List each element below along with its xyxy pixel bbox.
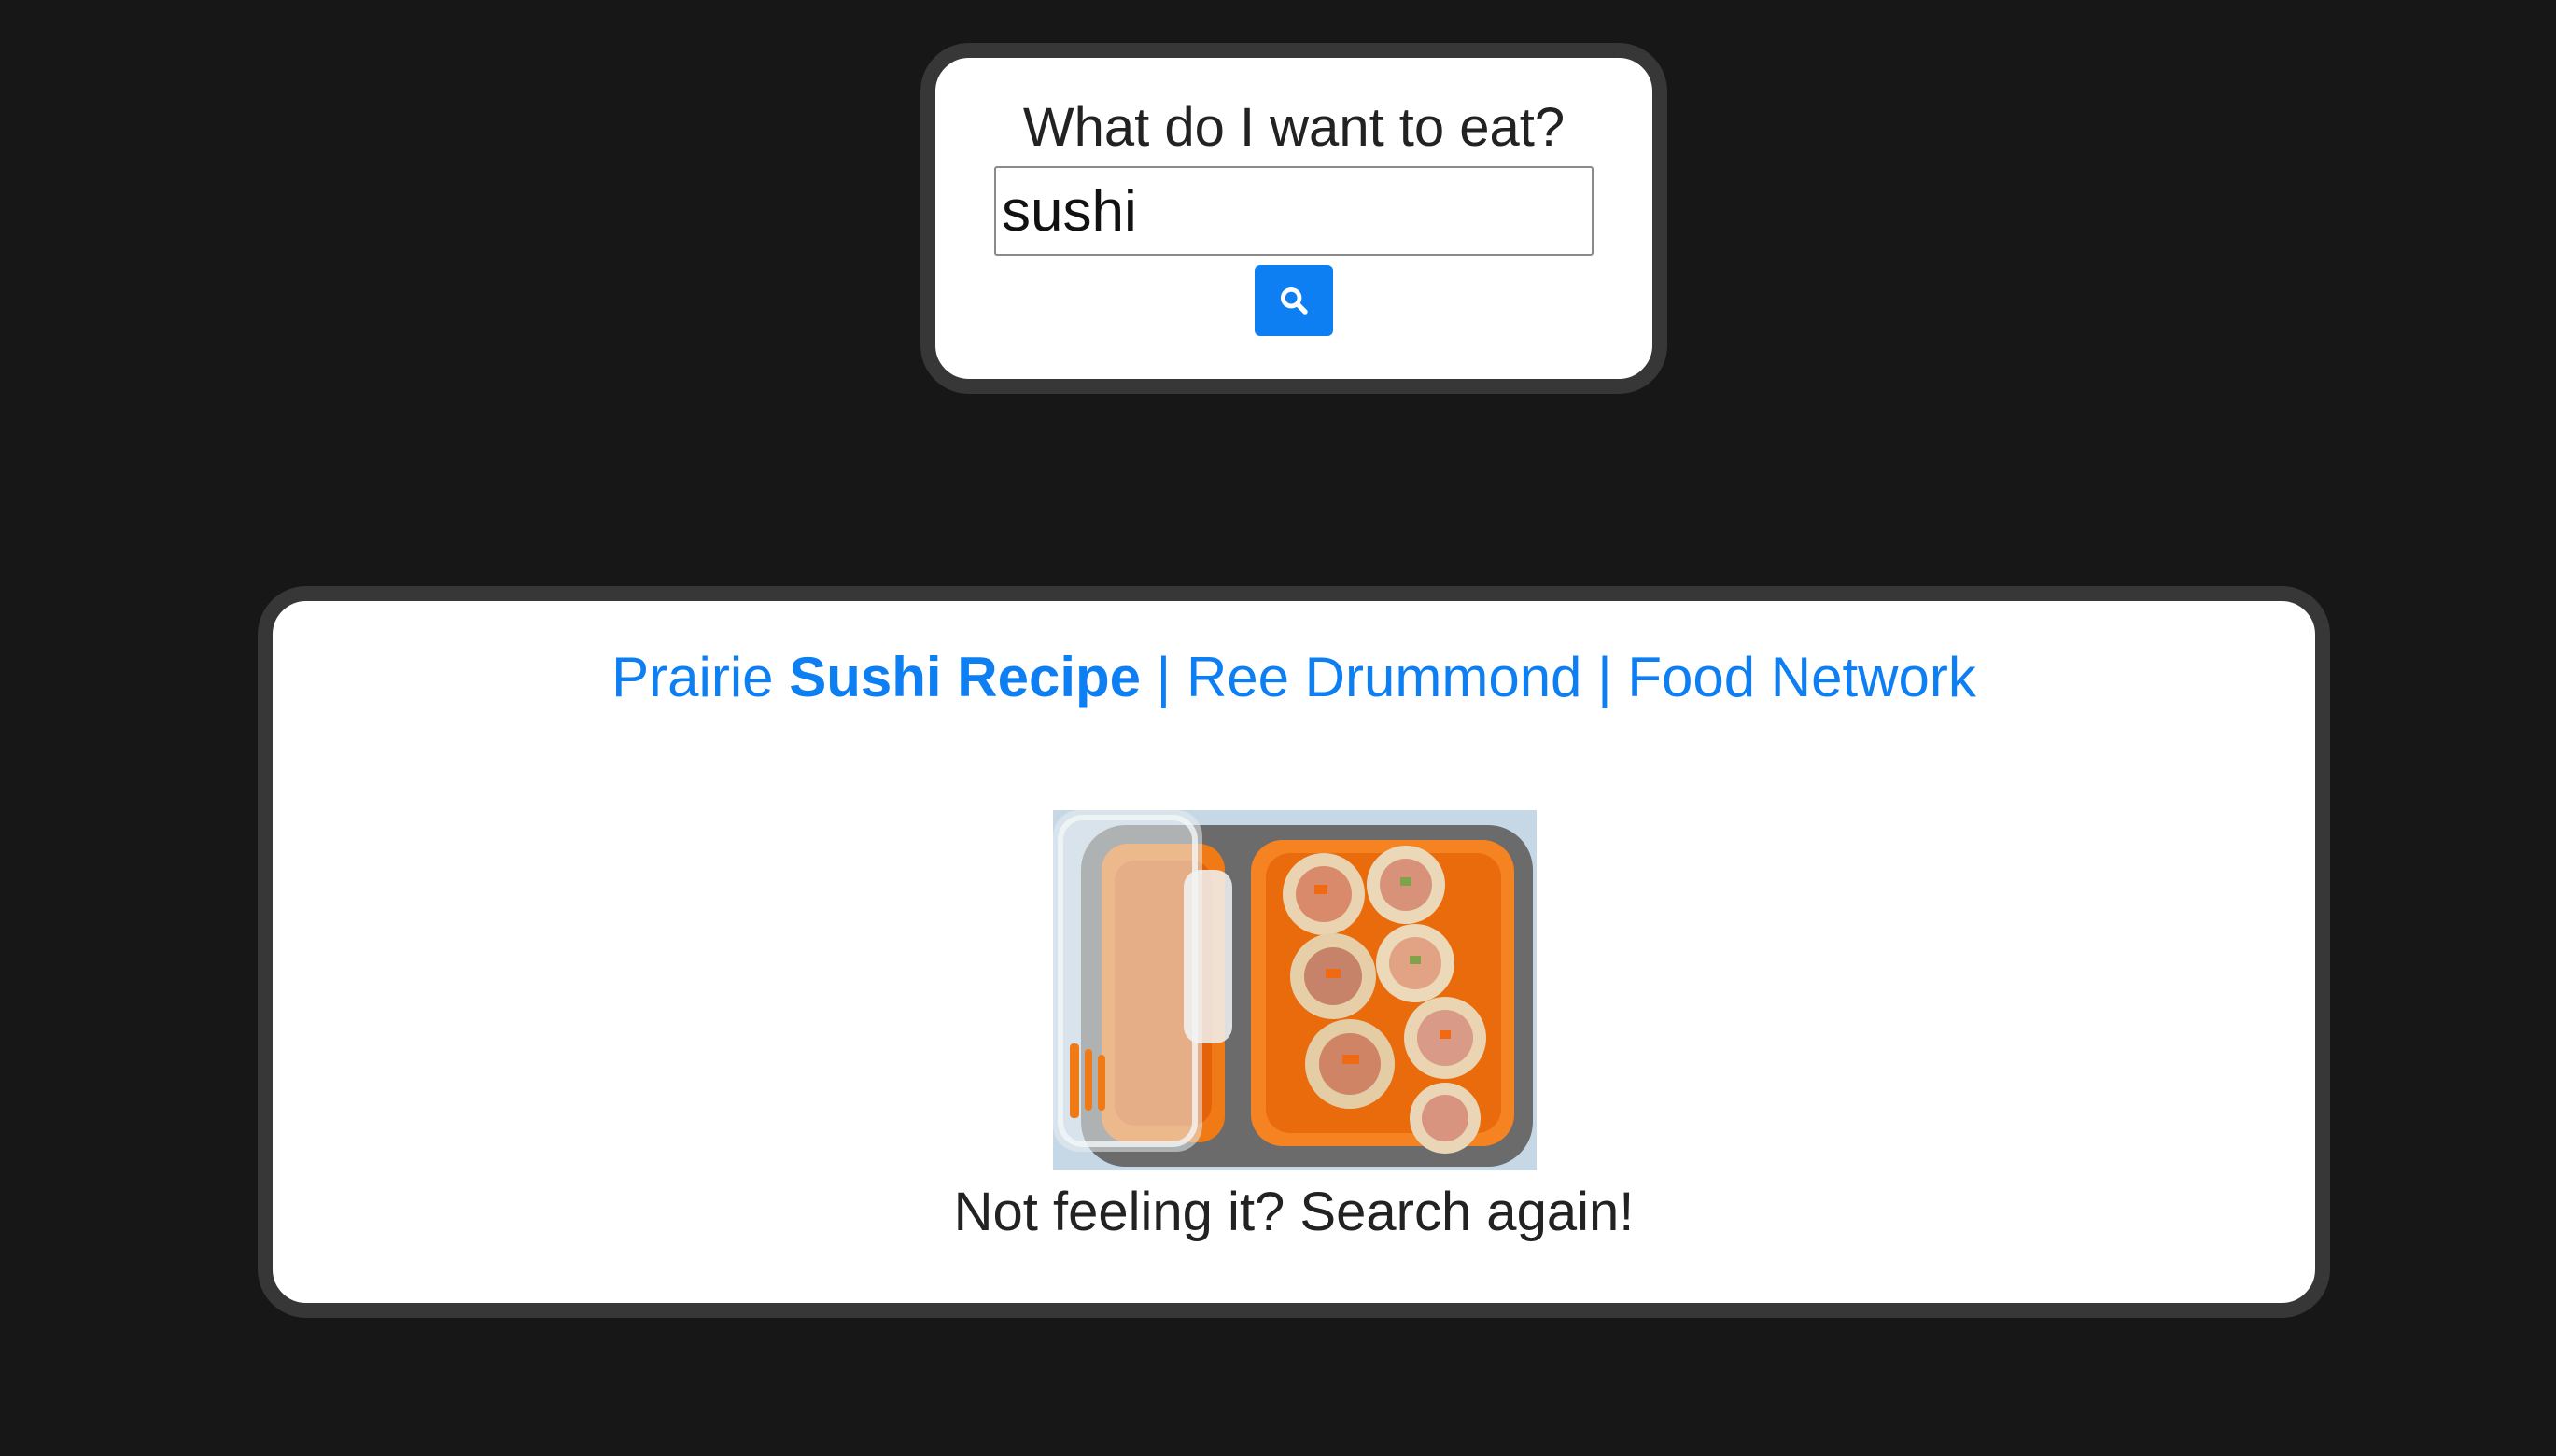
result-link-prefix: Prairie: [611, 646, 790, 708]
retry-text: Not feeling it? Search again!: [953, 1182, 1635, 1242]
search-button[interactable]: [1255, 265, 1333, 336]
result-link[interactable]: Prairie Sushi Recipe | Ree Drummond | Fo…: [611, 644, 1976, 711]
query-bubble: What do I want to eat?: [920, 43, 1667, 394]
query-label: What do I want to eat?: [1022, 97, 1566, 158]
result-link-suffix: | Ree Drummond | Food Network: [1141, 646, 1976, 708]
search-icon: [1280, 287, 1308, 315]
food-image[interactable]: [1053, 810, 1537, 1170]
search-input[interactable]: [994, 166, 1594, 256]
result-bubble: Prairie Sushi Recipe | Ree Drummond | Fo…: [258, 586, 2330, 1318]
result-link-highlight: Sushi Recipe: [789, 646, 1142, 708]
